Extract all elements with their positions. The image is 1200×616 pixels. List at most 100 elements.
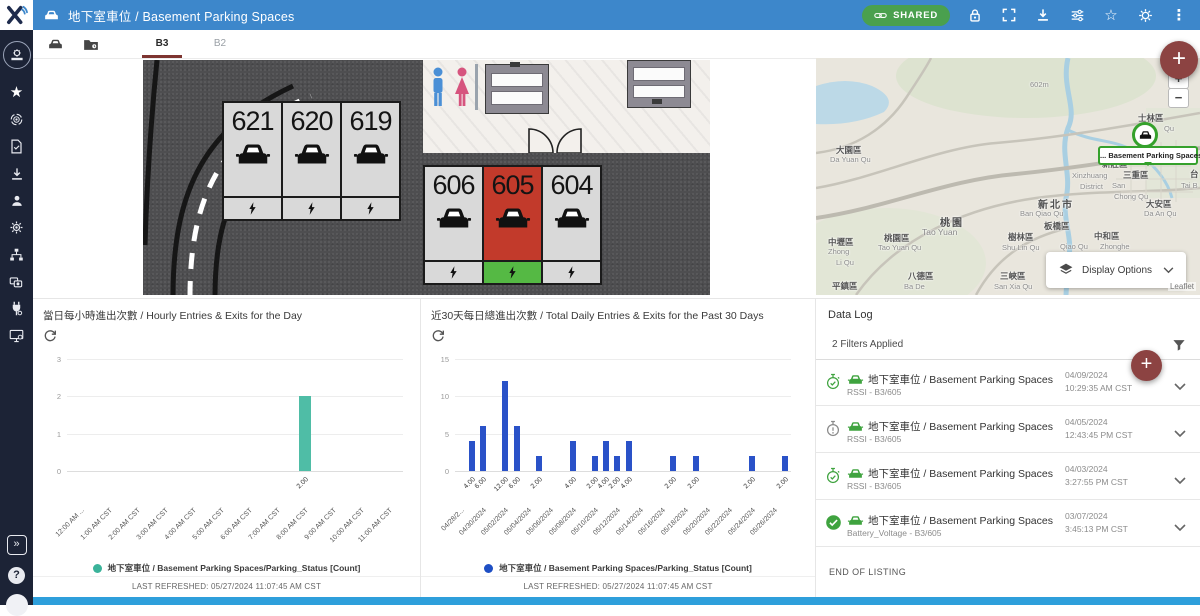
- parking-space-605[interactable]: 605: [484, 167, 541, 283]
- tune-icon[interactable]: [1068, 6, 1086, 24]
- map-zoom-out-button[interactable]: −: [1168, 88, 1189, 108]
- data-log-title: Data Log: [828, 309, 873, 321]
- x-axis-tick: 10:00 AM CST: [316, 507, 366, 557]
- sidebar-item-devices-dashboard[interactable]: [3, 41, 31, 69]
- map-place-label: Tao Yuan: [922, 227, 957, 237]
- sidebar-item-download[interactable]: [8, 165, 26, 183]
- download-icon[interactable]: [1034, 6, 1052, 24]
- parking-space-620[interactable]: 620: [283, 103, 340, 219]
- map-place-label: Da An Qu: [1144, 209, 1177, 218]
- chevron-down-icon[interactable]: [1174, 519, 1186, 537]
- chart-bar: [480, 426, 486, 471]
- sidebar-item-hierarchy[interactable]: [8, 246, 26, 264]
- parking-space-619[interactable]: 619: [342, 103, 399, 219]
- parking-space-621[interactable]: 621: [224, 103, 281, 219]
- add-log-button[interactable]: +: [1131, 350, 1162, 381]
- chart-bar: [299, 396, 311, 471]
- sidebar-item-devices-group[interactable]: [8, 273, 26, 291]
- map-place-label: 602m: [1030, 80, 1049, 89]
- legend-label: 地下室車位 / Basement Parking Spaces/Parking_…: [499, 562, 752, 574]
- expand-panel-icon[interactable]: »: [7, 535, 27, 555]
- chart-bar: [626, 441, 632, 471]
- map-widget[interactable]: 602m士林區Qu大園區Da Yuan Qu新莊區XinzhuangDistri…: [816, 58, 1200, 295]
- parking-space-number: 605: [491, 172, 533, 199]
- log-entry-attribute: RSSI - B3/605: [847, 387, 901, 397]
- chevron-down-icon[interactable]: [1174, 472, 1186, 490]
- log-entry-title: 地下室車位 / Basement Parking Spaces: [868, 466, 1053, 481]
- chart-bar: [536, 456, 542, 471]
- link-icon: [874, 11, 887, 20]
- marker-tooltip[interactable]: ... Basement Parking Spaces: [1098, 146, 1198, 165]
- display-options-button[interactable]: Display Options: [1046, 252, 1186, 288]
- app-logo[interactable]: [0, 0, 33, 30]
- parking-space-604[interactable]: 604: [543, 167, 600, 283]
- map-place-label: Chong Qu: [1114, 192, 1148, 201]
- bar-value-label: 2.00: [761, 476, 790, 505]
- car-icon: [43, 9, 60, 21]
- layers-icon: [1058, 262, 1074, 278]
- status-timer-check: [825, 373, 841, 395]
- kebab-menu-icon[interactable]: ⋮: [1170, 6, 1188, 24]
- map-place-label: 板橋區: [1044, 220, 1070, 232]
- tab-b2[interactable]: B2: [191, 30, 249, 58]
- chart-bar: [670, 456, 676, 471]
- data-log-widget: Data Log 2 Filters Applied 地下室車位 / Basem…: [816, 298, 1200, 597]
- map-place-label: Ban Qiao Qu: [1020, 209, 1063, 218]
- shared-button[interactable]: SHARED: [862, 5, 950, 26]
- x-axis-tick: 8:00 AM CST: [260, 507, 310, 557]
- help-icon[interactable]: ?: [8, 567, 25, 584]
- car-icon: [1138, 130, 1153, 140]
- chevron-down-icon[interactable]: [1174, 425, 1186, 443]
- fullscreen-icon[interactable]: [1000, 6, 1018, 24]
- chevron-down-icon[interactable]: [1174, 378, 1186, 396]
- log-entry-time: 3:27:55 PM CST: [1065, 477, 1128, 487]
- tab-b3[interactable]: B3: [133, 30, 191, 58]
- add-button[interactable]: +: [1160, 41, 1198, 79]
- parking-space-606[interactable]: 606: [425, 167, 482, 283]
- sidebar-item-settings[interactable]: [8, 219, 26, 237]
- y-axis-tick: 15: [423, 355, 449, 364]
- legend-label: 地下室車位 / Basement Parking Spaces/Parking_…: [108, 562, 361, 574]
- log-entry-time: 3:45:13 PM CST: [1065, 524, 1128, 534]
- map-marker-parking[interactable]: [1132, 122, 1158, 148]
- display-options-label: Display Options: [1082, 265, 1152, 276]
- y-axis-tick: 1: [35, 430, 61, 439]
- sidebar-item-connector[interactable]: [8, 300, 26, 318]
- filter-icon[interactable]: [1172, 338, 1186, 357]
- map-place-label: Da Yuan Qu: [830, 155, 871, 164]
- lock-icon[interactable]: [966, 6, 984, 24]
- x-axis-tick: 11:00 AM CST: [344, 507, 394, 557]
- restroom-area: [423, 60, 710, 153]
- map-attribution[interactable]: Leaflet: [1168, 282, 1196, 291]
- page-title: 地下室車位 / Basement Parking Spaces: [68, 6, 294, 25]
- legend-dot: [93, 564, 102, 573]
- log-entry[interactable]: 地下室車位 / Basement Parking SpacesBattery_V…: [816, 500, 1200, 547]
- daily-chart-widget: 近30天每日總進出次數 / Total Daily Entries & Exit…: [421, 298, 816, 597]
- account-icon[interactable]: [6, 594, 28, 616]
- map-place-label: 樹林區: [1008, 231, 1034, 243]
- tab-bar: B3 B2: [33, 30, 1200, 59]
- gridline: [67, 396, 403, 397]
- car-icon: [352, 142, 390, 171]
- folder-info-icon[interactable]: [77, 38, 105, 51]
- sidebar-item-document-check[interactable]: [8, 138, 26, 156]
- log-entry[interactable]: 地下室車位 / Basement Parking SpacesRSSI - B3…: [816, 453, 1200, 500]
- charger-icon: [484, 260, 541, 283]
- map-place-label: Xinzhuang: [1072, 171, 1107, 180]
- log-entry-time: 10:29:35 AM CST: [1065, 383, 1132, 393]
- sidebar-item-monitor[interactable]: [8, 327, 26, 345]
- map-place-label: Qiao Qu: [1060, 242, 1088, 251]
- x-axis-tick: 12:00 AM ...: [36, 507, 86, 557]
- settings-icon[interactable]: [1136, 6, 1154, 24]
- log-entry[interactable]: 地下室車位 / Basement Parking SpacesRSSI - B3…: [816, 406, 1200, 453]
- parking-space-number: 620: [290, 108, 332, 135]
- parking-floorplan-image: 621 620 619 606 605 604: [143, 60, 710, 295]
- sidebar-item-favorites[interactable]: ★: [8, 84, 26, 102]
- sidebar-item-users[interactable]: [8, 192, 26, 210]
- status-check-circle: [825, 514, 842, 536]
- star-icon[interactable]: ☆: [1102, 6, 1120, 24]
- log-entry-title: 地下室車位 / Basement Parking Spaces: [868, 513, 1053, 528]
- vehicle-tab-icon[interactable]: [41, 38, 69, 50]
- sidebar-item-radar[interactable]: [8, 111, 26, 129]
- log-entry-attribute: RSSI - B3/605: [847, 481, 901, 491]
